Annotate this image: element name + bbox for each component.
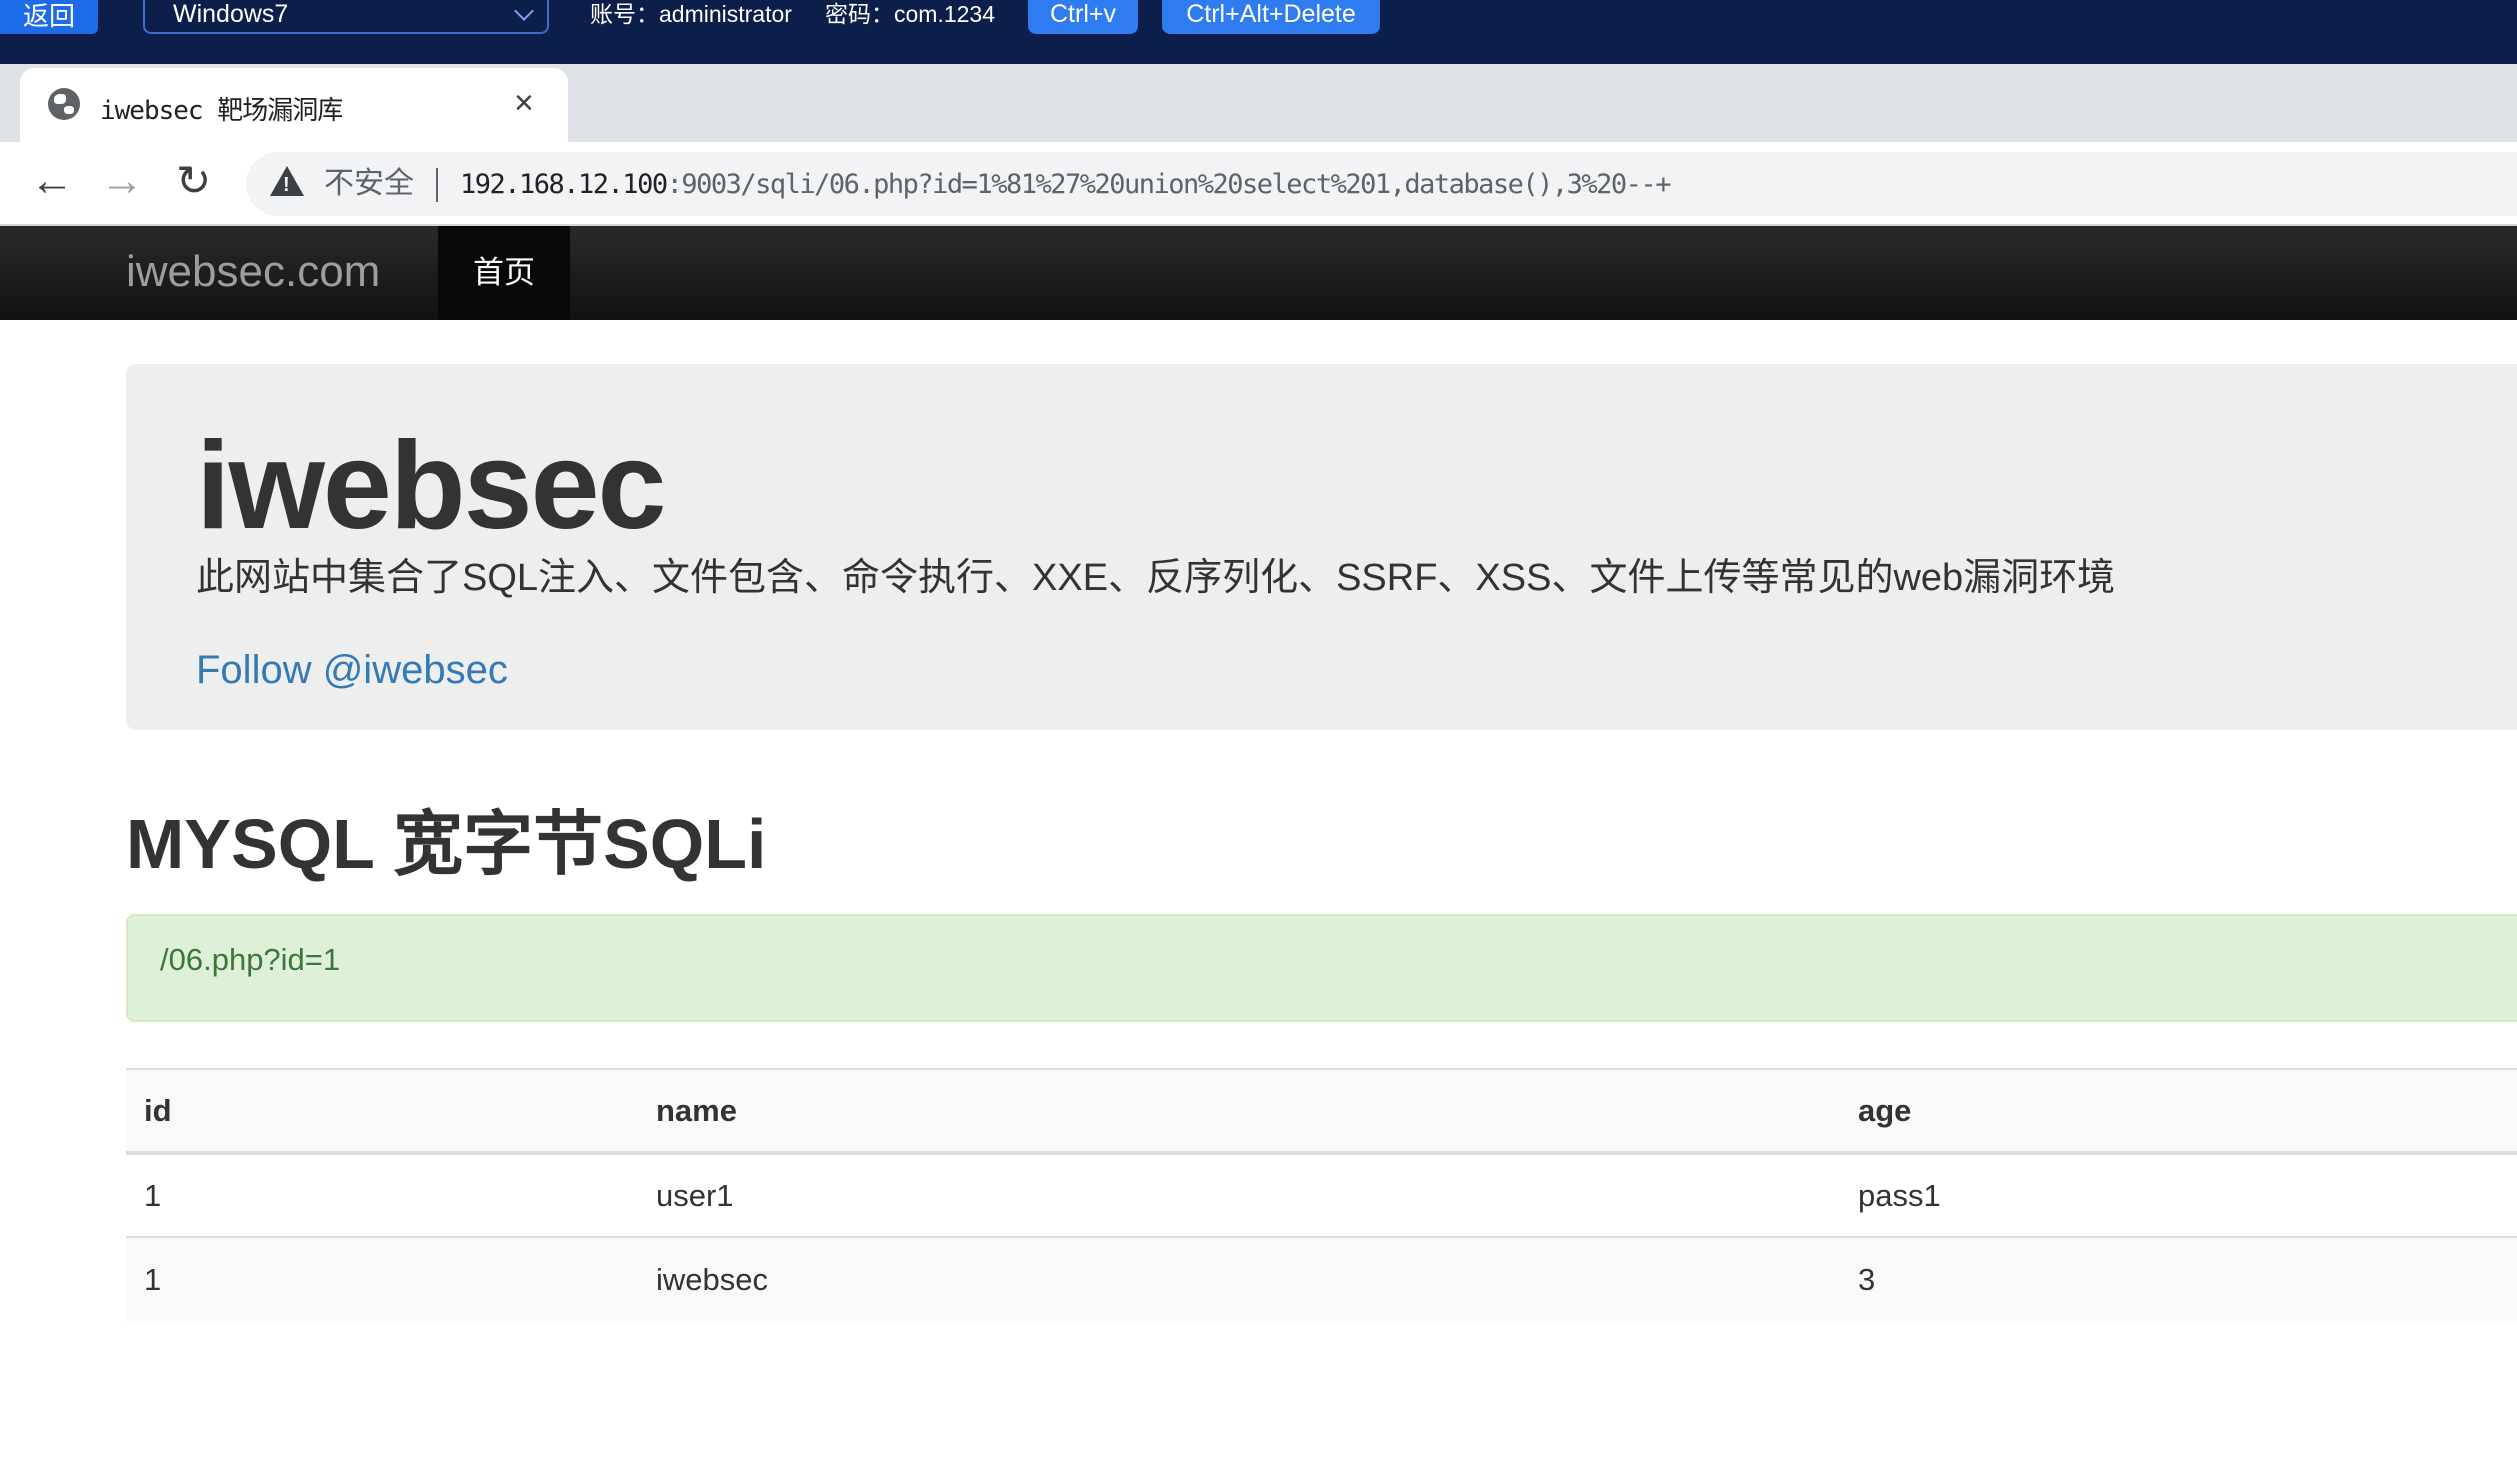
jumbotron: iwebsec 此网站中集合了SQL注入、文件包含、命令执行、XXE、反序列化、… <box>126 364 2517 730</box>
site-navbar: iwebsec.com 首页 <box>0 226 2517 320</box>
machine-select-value: Windows7 <box>173 0 289 28</box>
browser-toolbar: ← → ↻ 不安全 192.168.12.100:9003/sqli/06.ph… <box>0 142 2517 226</box>
url-path: :9003/sqli/06.php?id=1%81%27%20union%20s… <box>666 169 1672 200</box>
tab-strip: iwebsec 靶场漏洞库 × + <box>0 64 2517 186</box>
tab-title: iwebsec 靶场漏洞库 <box>100 96 343 126</box>
security-label[interactable]: 不安全 <box>324 166 414 202</box>
address-bar[interactable]: 不安全 192.168.12.100:9003/sqli/06.php?id=1… <box>246 152 2517 216</box>
password-text: 密码：com.1234 <box>825 1 996 27</box>
cell-id: 1 <box>126 1236 638 1321</box>
cell-id: 1 <box>126 1152 638 1237</box>
separator <box>436 168 438 202</box>
header-name: name <box>638 1068 1840 1155</box>
cell-name: user1 <box>638 1152 1840 1237</box>
success-alert: /06.php?id=1 <box>126 914 2517 1022</box>
alert-text: /06.php?id=1 <box>160 942 341 977</box>
globe-icon <box>48 88 80 120</box>
chevron-down-icon <box>514 1 534 21</box>
results-table: id name age 1 user1 pass1 1 iwebsec 3 <box>126 1068 2517 1321</box>
forward-arrow-icon[interactable]: → <box>100 156 144 206</box>
back-arrow-icon[interactable]: ← <box>30 156 74 206</box>
cell-age: pass1 <box>1840 1152 2517 1237</box>
jumbotron-title: iwebsec <box>196 417 666 555</box>
cell-name: iwebsec <box>638 1236 1840 1321</box>
account-text: 账号：administrator <box>590 1 792 27</box>
follow-link[interactable]: Follow @iwebsec <box>196 646 508 694</box>
jumbotron-description: 此网站中集合了SQL注入、文件包含、命令执行、XXE、反序列化、SSRF、XSS… <box>196 557 2116 599</box>
header-age: age <box>1840 1068 2517 1155</box>
section-title: MYSQL 宽字节SQLi <box>126 805 767 883</box>
table-row: 1 iwebsec 3 <box>126 1236 2517 1321</box>
table-header-row: id name age <box>126 1068 2517 1155</box>
reload-icon[interactable]: ↻ <box>176 156 211 206</box>
header-id: id <box>126 1068 638 1155</box>
browser-tab[interactable]: iwebsec 靶场漏洞库 × <box>20 68 568 142</box>
remote-desktop-bar: 返回 Windows7 账号：administrator 密码：com.1234… <box>0 0 2517 64</box>
ctrl-alt-delete-button[interactable]: Ctrl+Alt+Delete <box>1162 0 1380 34</box>
machine-select[interactable]: Windows7 <box>143 0 549 34</box>
back-button[interactable]: 返回 <box>0 0 98 34</box>
url-text[interactable]: 192.168.12.100:9003/sqli/06.php?id=1%81%… <box>460 169 1672 200</box>
warning-icon[interactable] <box>270 166 304 197</box>
ctrl-v-button[interactable]: Ctrl+v <box>1028 0 1138 34</box>
table-row: 1 user1 pass1 <box>126 1152 2517 1237</box>
nav-item-home[interactable]: 首页 <box>438 226 570 320</box>
close-icon[interactable]: × <box>514 84 534 122</box>
url-host: 192.168.12.100 <box>460 169 668 200</box>
cell-age: 3 <box>1840 1236 2517 1321</box>
site-brand[interactable]: iwebsec.com <box>126 246 380 298</box>
